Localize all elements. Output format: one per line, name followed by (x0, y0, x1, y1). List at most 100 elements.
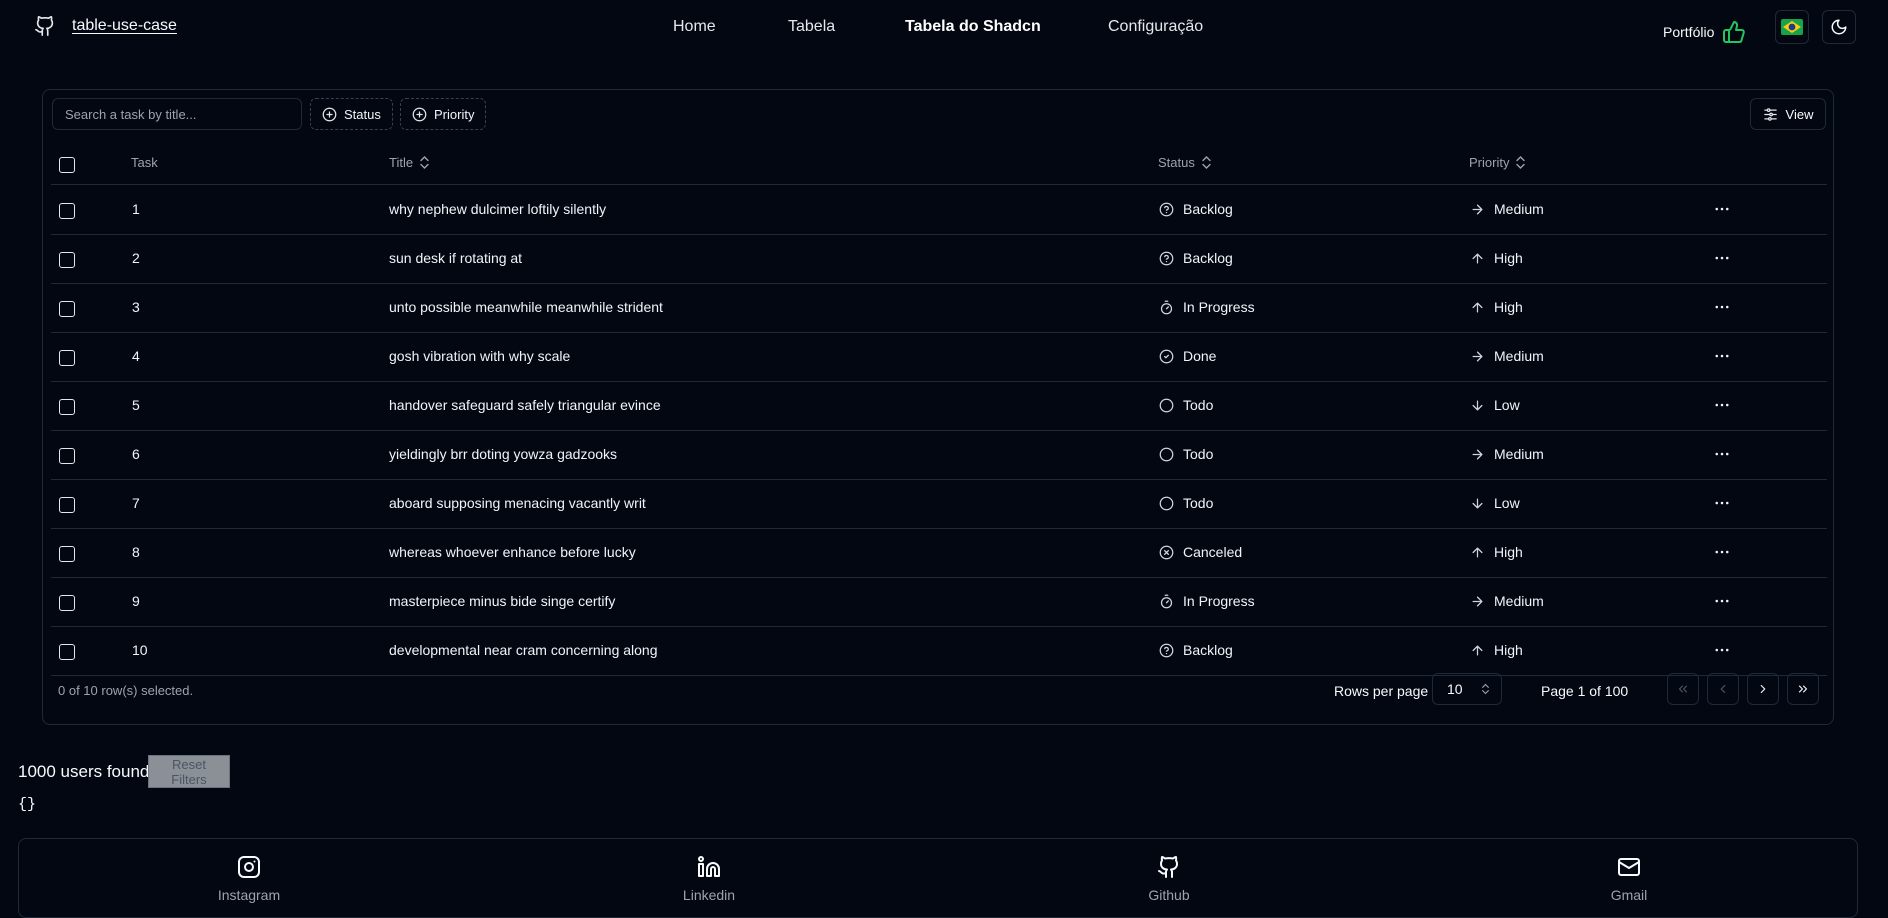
rows-per-page-select[interactable]: 10 (1432, 673, 1502, 705)
nav-home[interactable]: Home (673, 18, 716, 36)
nav-configuracao[interactable]: Configuração (1108, 18, 1203, 36)
status-filter-button[interactable]: Status (310, 98, 393, 130)
brand[interactable]: table-use-case (34, 14, 177, 38)
task-priority: Medium (1470, 446, 1544, 462)
filters-json: {} (18, 796, 37, 813)
table-row[interactable]: 9 masterpiece minus bide singe certify In … (51, 577, 1827, 627)
last-page-button[interactable] (1787, 673, 1819, 705)
row-checkbox[interactable] (59, 448, 75, 464)
question-circle-icon (1159, 643, 1174, 658)
sort-icon (1201, 156, 1212, 169)
status-filter-label: Status (344, 106, 381, 122)
table-row[interactable]: 10 developmental near cram concerning alo… (51, 626, 1827, 676)
gmail-link[interactable]: Gmail (1569, 855, 1689, 903)
nav-tabela[interactable]: Tabela (788, 18, 835, 36)
priority-label: Medium (1494, 593, 1544, 609)
row-actions-button[interactable] (1713, 298, 1731, 316)
task-priority: Medium (1470, 348, 1544, 364)
task-title: developmental near cram concerning along (389, 642, 658, 658)
table-row[interactable]: 8 whereas whoever enhance before lucky Can… (51, 528, 1827, 578)
github-icon[interactable] (34, 14, 56, 38)
results-count: 1000 users found (18, 762, 150, 781)
reset-filters-button[interactable]: Reset Filters (148, 755, 230, 788)
row-checkbox[interactable] (59, 399, 75, 415)
column-status-sort[interactable]: Status (1158, 155, 1212, 170)
search-input[interactable] (52, 98, 302, 130)
github-link[interactable]: Github (1109, 855, 1229, 903)
sort-icon (1515, 156, 1526, 169)
column-priority-sort[interactable]: Priority (1469, 155, 1526, 170)
column-title-sort[interactable]: Title (389, 155, 430, 170)
row-checkbox[interactable] (59, 203, 75, 219)
arrow-up-icon (1470, 545, 1485, 560)
table-row[interactable]: 4 gosh vibration with why scale Done Medium (51, 332, 1827, 382)
repo-link[interactable]: table-use-case (72, 17, 177, 35)
view-options-button[interactable]: View (1750, 98, 1826, 130)
nav-tabela-shadcn[interactable]: Tabela do Shadcn (905, 18, 1041, 36)
circle-icon (1159, 496, 1174, 511)
column-status-label: Status (1158, 155, 1195, 170)
status-label: Done (1183, 348, 1217, 364)
status-label: Backlog (1183, 201, 1233, 217)
portfolio-link[interactable]: Portfólio (1663, 20, 1746, 44)
first-page-button[interactable] (1667, 673, 1699, 705)
thumbs-up-icon (1722, 20, 1746, 44)
table-row[interactable]: 6 yieldingly brr doting yowza gadzooks Tod… (51, 430, 1827, 480)
column-task: Task (131, 155, 158, 170)
table-row[interactable]: 2 sun desk if rotating at Backlog High (51, 234, 1827, 284)
github-icon (1157, 855, 1181, 879)
task-id: 8 (132, 544, 140, 560)
page-indicator: Page 1 of 100 (1541, 683, 1629, 699)
row-checkbox[interactable] (59, 497, 75, 513)
task-id: 3 (132, 299, 140, 315)
table-footer: 0 of 10 row(s) selected. Rows per page 1… (43, 672, 1833, 712)
theme-toggle-button[interactable] (1822, 10, 1856, 44)
linkedin-link[interactable]: Linkedin (649, 855, 769, 903)
task-priority: High (1470, 642, 1523, 658)
priority-label: High (1494, 250, 1523, 266)
row-checkbox[interactable] (59, 595, 75, 611)
row-actions-button[interactable] (1713, 249, 1731, 267)
language-button[interactable] (1775, 10, 1809, 44)
task-priority: High (1470, 250, 1523, 266)
instagram-link[interactable]: Instagram (189, 855, 309, 903)
row-checkbox[interactable] (59, 350, 75, 366)
timer-icon (1159, 300, 1174, 315)
more-horizontal-icon (1713, 396, 1731, 414)
row-checkbox[interactable] (59, 546, 75, 562)
social-footer: Instagram Linkedin Github Gmail (18, 838, 1858, 918)
arrow-up-icon (1470, 300, 1485, 315)
row-actions-button[interactable] (1713, 200, 1731, 218)
table-row[interactable]: 3 unto possible meanwhile meanwhile strid… (51, 283, 1827, 333)
question-circle-icon (1159, 251, 1174, 266)
task-title: gosh vibration with why scale (389, 348, 571, 364)
row-actions-button[interactable] (1713, 494, 1731, 512)
priority-label: Low (1494, 495, 1520, 511)
x-circle-icon (1159, 545, 1174, 560)
row-checkbox[interactable] (59, 644, 75, 660)
table-row[interactable]: 1 why nephew dulcimer loftily silently Bac… (51, 185, 1827, 235)
select-all-checkbox[interactable] (59, 157, 75, 173)
task-id: 1 (132, 201, 140, 217)
task-priority: Medium (1470, 593, 1544, 609)
previous-page-button[interactable] (1707, 673, 1739, 705)
row-actions-button[interactable] (1713, 543, 1731, 561)
task-priority: Low (1470, 495, 1520, 511)
task-status: Todo (1159, 397, 1213, 413)
row-actions-button[interactable] (1713, 396, 1731, 414)
priority-filter-button[interactable]: Priority (400, 98, 487, 130)
row-actions-button[interactable] (1713, 347, 1731, 365)
row-actions-button[interactable] (1713, 445, 1731, 463)
row-actions-button[interactable] (1713, 641, 1731, 659)
priority-label: Medium (1494, 348, 1544, 364)
table-row[interactable]: 5 handover safeguard safely triangular ev… (51, 381, 1827, 431)
table-row[interactable]: 7 aboard supposing menacing vacantly writ… (51, 479, 1827, 529)
row-checkbox[interactable] (59, 252, 75, 268)
row-actions-button[interactable] (1713, 592, 1731, 610)
more-horizontal-icon (1713, 543, 1731, 561)
plus-circle-icon (322, 107, 337, 122)
next-page-button[interactable] (1747, 673, 1779, 705)
arrow-right-icon (1470, 447, 1485, 462)
row-checkbox[interactable] (59, 301, 75, 317)
status-label: Todo (1183, 397, 1214, 413)
